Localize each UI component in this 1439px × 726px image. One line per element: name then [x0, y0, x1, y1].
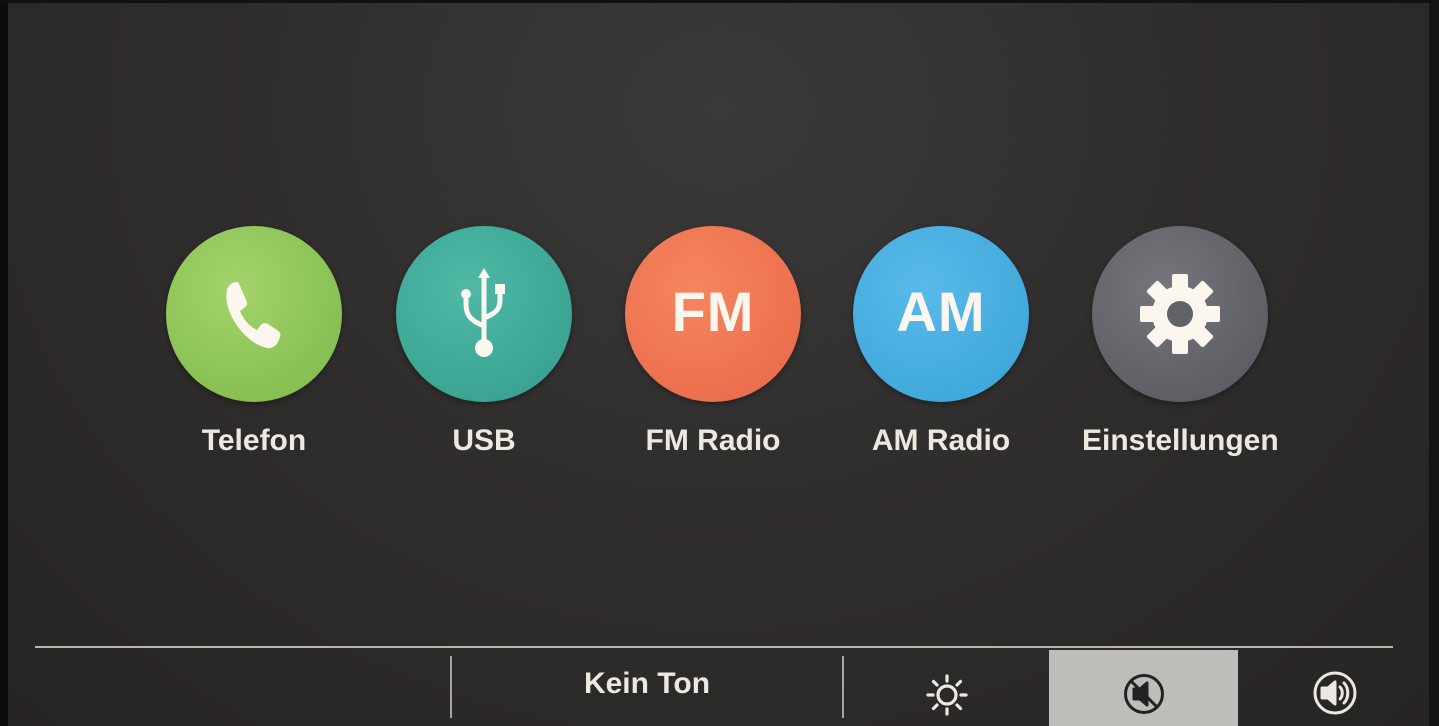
app-fm-radio-tile[interactable]: FM — [625, 226, 801, 402]
app-fm-radio[interactable]: FM FM Radio — [625, 226, 801, 458]
app-einstellungen-tile[interactable] — [1092, 226, 1269, 402]
app-usb-label: USB — [452, 424, 516, 457]
status-bar-divider — [842, 656, 844, 718]
app-am-radio-tile[interactable]: AM — [853, 226, 1029, 402]
status-text: Kein Ton — [583, 667, 711, 700]
gear-icon — [1140, 274, 1221, 354]
status-bar-separator — [35, 646, 1393, 648]
volume-icon — [1313, 671, 1357, 715]
app-usb-tile[interactable] — [396, 226, 572, 402]
brightness-icon — [926, 674, 968, 716]
brightness-button[interactable] — [848, 650, 1046, 726]
phone-icon — [226, 282, 281, 349]
app-fm-radio-label: FM Radio — [645, 424, 781, 457]
mute-button[interactable] — [1049, 650, 1238, 726]
app-usb[interactable]: USB — [396, 226, 572, 458]
app-am-radio[interactable]: AM AM Radio — [853, 226, 1029, 458]
app-am-radio-label: AM Radio — [871, 424, 1011, 457]
app-telefon-label: Telefon — [201, 424, 307, 457]
fm-icon: FM — [671, 279, 755, 343]
app-telefon[interactable]: Telefon — [166, 226, 342, 458]
usb-icon — [461, 268, 505, 357]
mute-icon — [1123, 674, 1164, 714]
am-icon: AM — [896, 279, 986, 343]
volume-button[interactable] — [1240, 650, 1430, 726]
home-screen: Telefon USB FM FM Radio AM AM Radio Eins… — [0, 0, 1439, 726]
app-einstellungen-label: Einstellungen — [1082, 424, 1279, 457]
app-einstellungen[interactable]: Einstellungen — [1082, 226, 1279, 458]
app-telefon-tile[interactable] — [166, 226, 342, 402]
